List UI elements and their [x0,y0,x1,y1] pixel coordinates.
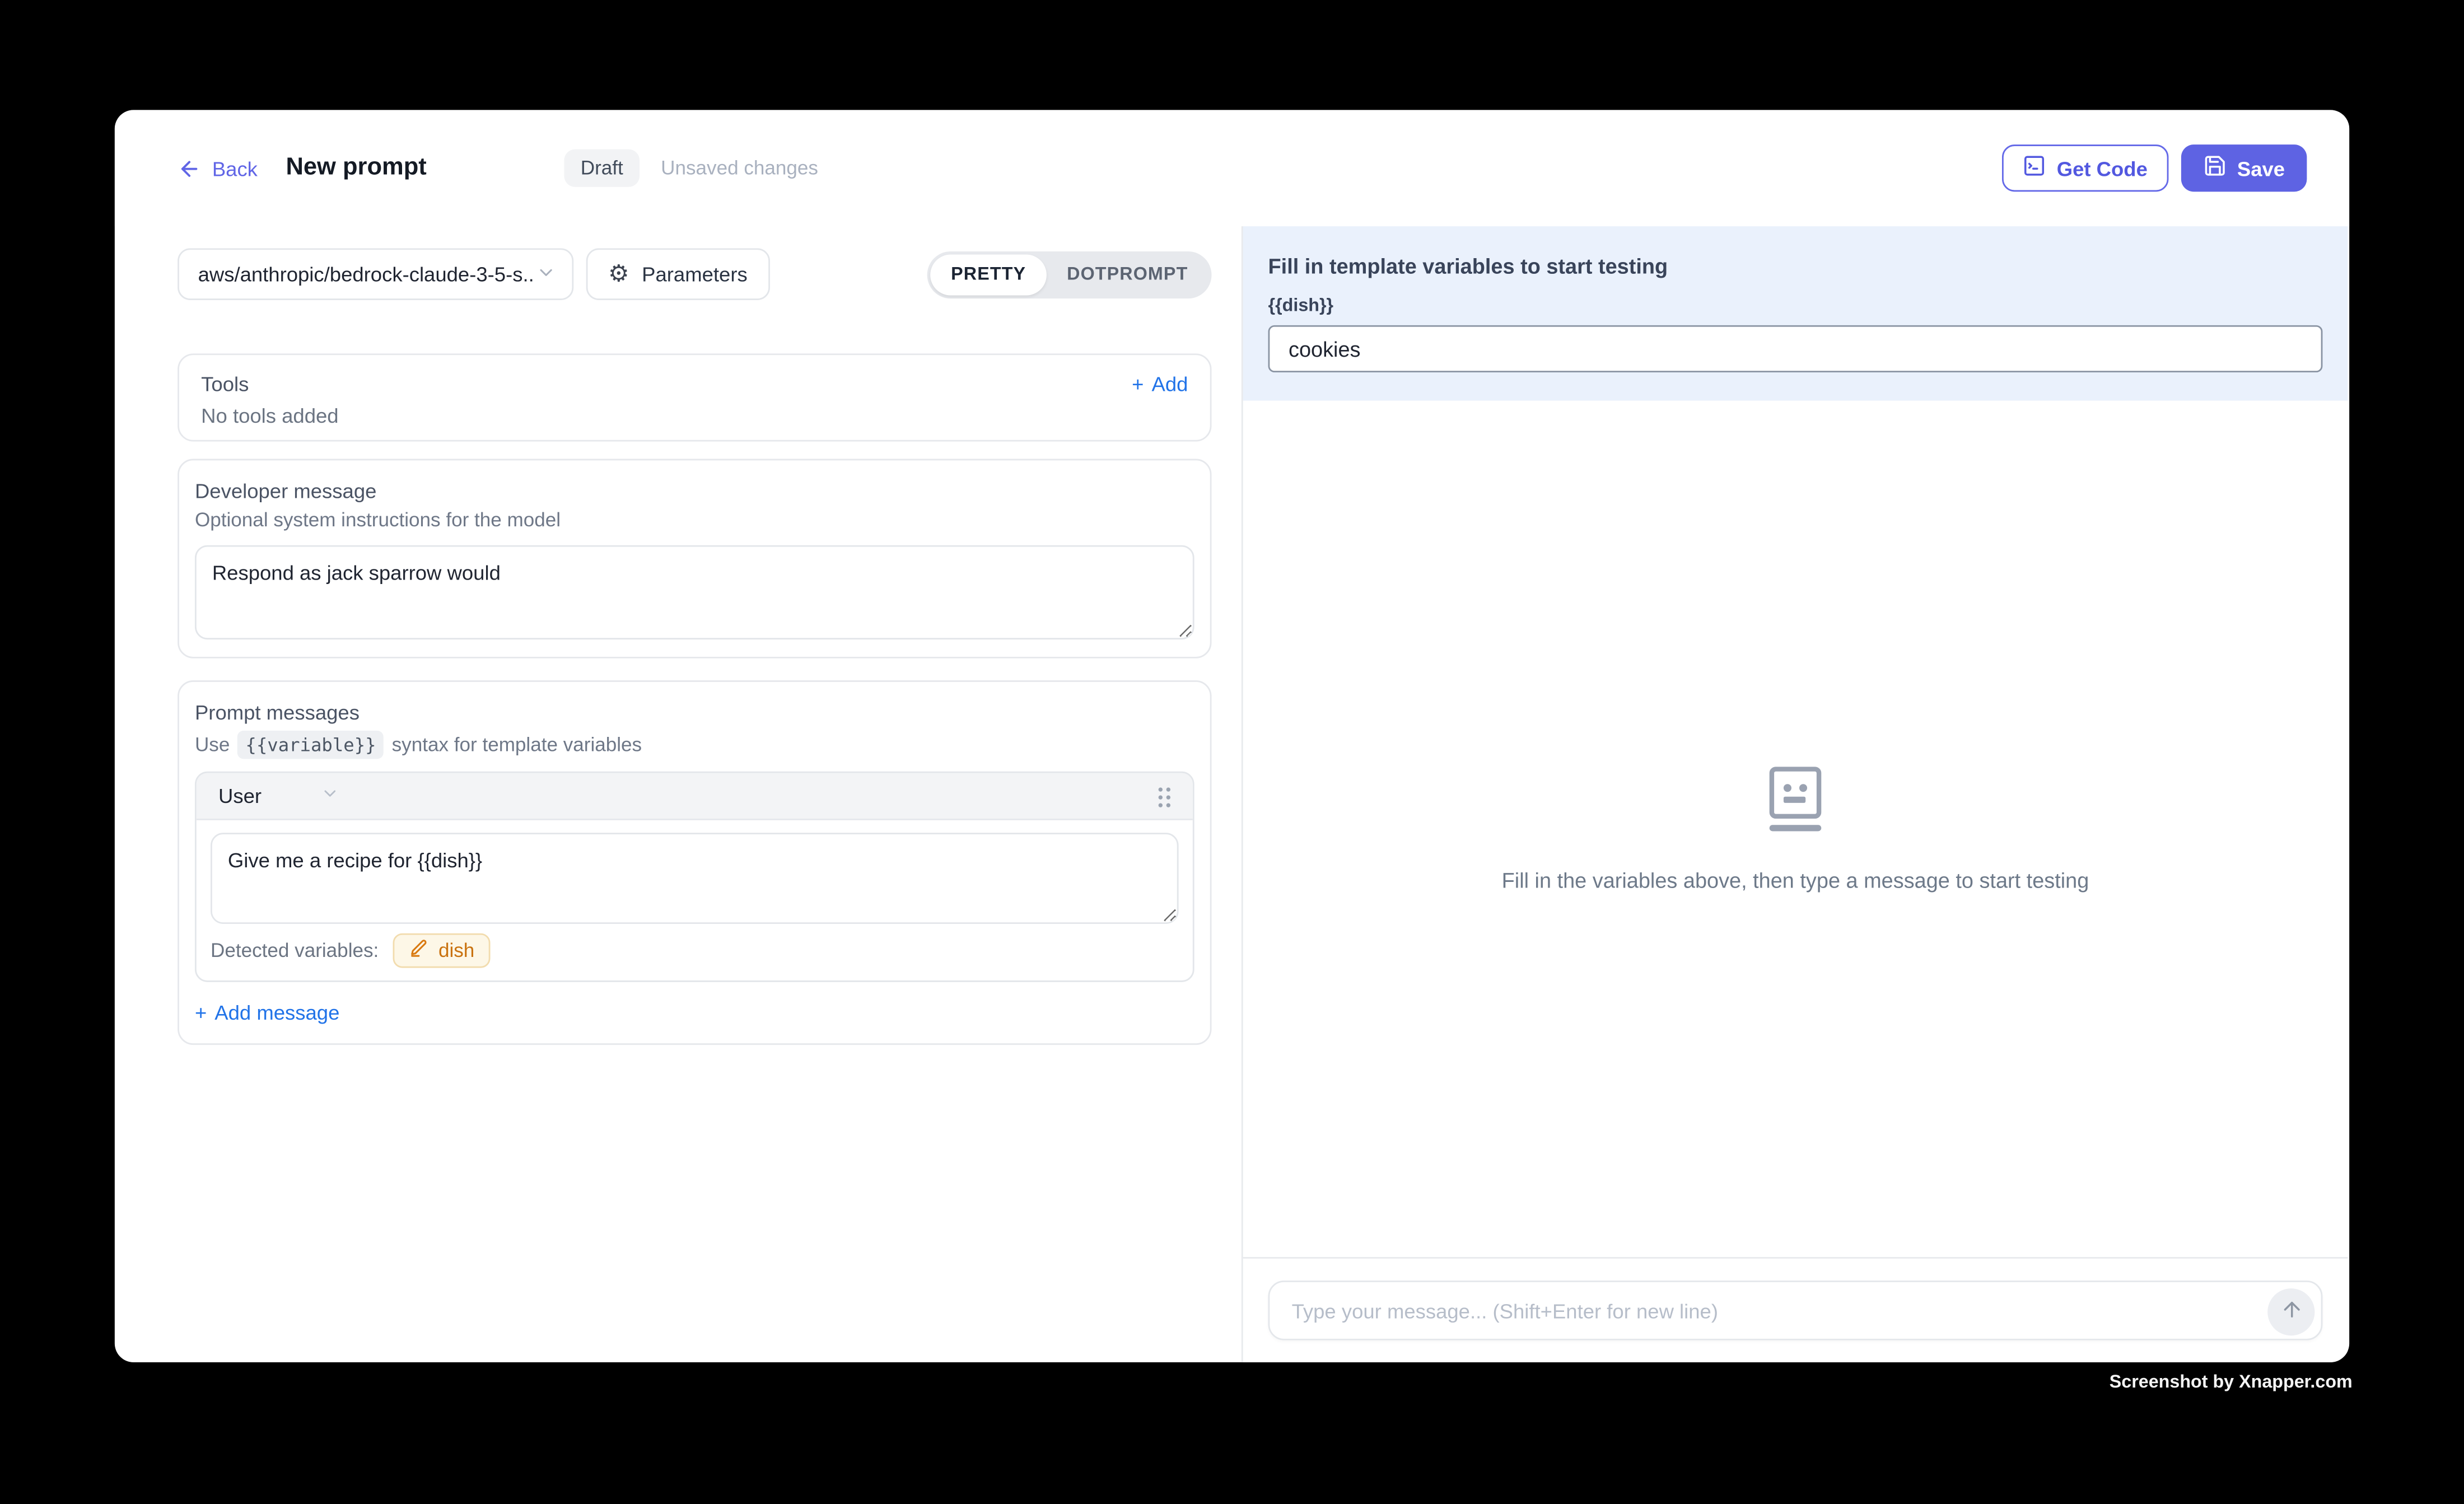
tools-title: Tools [201,372,249,396]
tools-empty-text: No tools added [201,404,1188,427]
message-content-input[interactable]: Give me a recipe for {{dish}} [211,833,1179,924]
get-code-button[interactable]: Get Code [2002,144,2168,191]
prompt-editor-window: Back New prompt Draft Unsaved changes Ge… [115,110,2349,1362]
arrow-left-icon [178,156,201,180]
composer-box [1268,1281,2323,1340]
plus-icon: + [1132,372,1144,396]
template-hint: Use {{variable}} syntax for template var… [195,731,1194,759]
save-label: Save [2237,156,2285,180]
chevron-down-icon [536,261,556,287]
unsaved-changes-note: Unsaved changes [661,157,818,179]
back-label: Back [212,156,258,180]
header-actions: Get Code Save [2002,144,2307,191]
add-message-button[interactable]: + Add message [195,1001,1194,1024]
add-message-label: Add message [214,1001,339,1024]
developer-message-subtitle: Optional system instructions for the mod… [195,509,1194,531]
tester-panel: Fill in template variables to start test… [1243,226,2348,1362]
prompt-messages-title: Prompt messages [195,701,1194,725]
get-code-label: Get Code [2057,156,2148,180]
tools-card: Tools + Add No tools added [178,353,1211,441]
plus-icon: + [195,1001,207,1024]
page-title: New prompt [286,154,426,183]
toggle-dotprompt[interactable]: DOTPROMPT [1047,254,1208,295]
terminal-icon [2022,154,2046,183]
message-block: User Give me a recipe for {{dish}} Detec… [195,772,1194,982]
detected-variables-label: Detected variables: [211,940,379,961]
header: Back New prompt Draft Unsaved changes Ge… [115,110,2349,226]
drag-handle-icon[interactable] [1156,785,1170,807]
message-input[interactable] [1270,1282,2321,1339]
template-variables-title: Fill in template variables to start test… [1268,255,2323,278]
pencil-icon [409,938,429,963]
model-selector[interactable]: aws/anthropic/bedrock-claude-3-5-s... [178,248,573,300]
robot-icon [1770,766,1822,830]
developer-message-input[interactable]: Respond as jack sparrow would [195,545,1194,639]
parameters-button[interactable]: ⚙ Parameters [586,248,769,300]
main-split: aws/anthropic/bedrock-claude-3-5-s... ⚙ … [115,226,2349,1362]
watermark: Screenshot by Xnapper.com [2110,1374,2353,1393]
model-selector-value: aws/anthropic/bedrock-claude-3-5-s... [198,263,536,286]
message-role-row: User [197,773,1193,820]
variable-name-label: {{dish}} [1268,297,2323,316]
arrow-up-icon [2279,1297,2303,1325]
view-mode-toggle: PRETTY DOTPROMPT [927,251,1211,298]
developer-message-card: Developer message Optional system instru… [178,459,1211,658]
hint-suffix: syntax for template variables [392,734,642,755]
variable-chip-label: dish [438,940,474,961]
message-body: Give me a recipe for {{dish}} Detected v… [197,820,1193,980]
parameters-label: Parameters [642,263,748,286]
chevron-down-icon[interactable] [262,782,340,810]
developer-message-title: Developer message [195,479,1194,503]
chat-empty-state: Fill in the variables above, then type a… [1243,401,2348,1257]
variable-syntax-chip: {{variable}} [237,731,384,759]
empty-state-text: Fill in the variables above, then type a… [1502,868,2089,891]
add-tool-label: Add [1151,372,1188,396]
editor-toolbar: aws/anthropic/bedrock-claude-3-5-s... ⚙ … [178,248,1211,300]
composer [1243,1257,2348,1362]
add-tool-button[interactable]: + Add [1132,372,1188,396]
send-button[interactable] [2267,1288,2314,1335]
prompt-messages-card: Prompt messages Use {{variable}} syntax … [178,680,1211,1045]
toggle-pretty[interactable]: PRETTY [931,254,1047,295]
template-variables-section: Fill in template variables to start test… [1243,226,2348,400]
editor-panel: aws/anthropic/bedrock-claude-3-5-s... ⚙ … [115,226,1243,1362]
save-button[interactable]: Save [2181,144,2307,191]
status-badge: Draft [565,150,639,187]
role-select[interactable]: User [218,784,262,807]
save-icon [2202,154,2226,183]
hint-prefix: Use [195,734,230,755]
back-button[interactable]: Back [178,156,258,180]
gear-icon: ⚙ [608,263,629,286]
screenshot-stage: Back New prompt Draft Unsaved changes Ge… [0,0,2464,1503]
variable-value-input[interactable] [1268,325,2323,372]
detected-variables-row: Detected variables: dish [211,933,1179,968]
variable-chip-dish[interactable]: dish [393,933,491,968]
